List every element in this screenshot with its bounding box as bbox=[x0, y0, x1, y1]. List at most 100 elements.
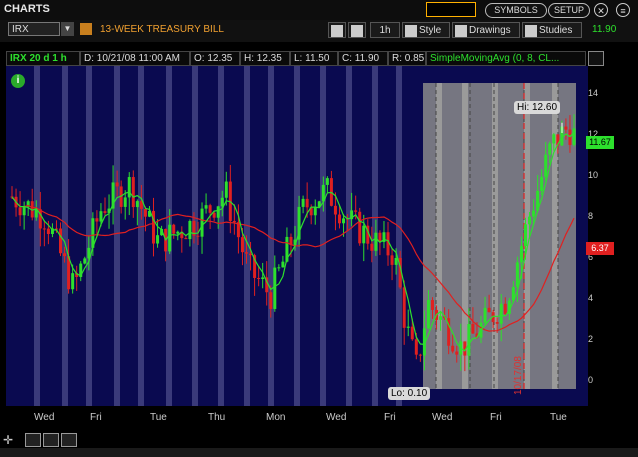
candle-body bbox=[358, 211, 362, 244]
candle-body bbox=[168, 224, 172, 252]
candle-body bbox=[430, 300, 434, 310]
info-study: SimpleMovingAvg (0, 8, CL... bbox=[426, 51, 586, 66]
candle-body bbox=[115, 182, 119, 187]
candle-body bbox=[131, 177, 135, 208]
fit-icon[interactable] bbox=[61, 433, 77, 447]
session-stripe bbox=[492, 83, 498, 389]
candle-body bbox=[467, 324, 471, 356]
candle-body bbox=[540, 176, 544, 191]
info-close: C: 11.90 bbox=[338, 51, 388, 66]
session-stripe bbox=[114, 66, 120, 406]
candle-body bbox=[515, 262, 519, 287]
style-button[interactable]: Style bbox=[402, 22, 450, 38]
crosshair-icon[interactable]: ✛ bbox=[3, 433, 13, 447]
color-swatch[interactable] bbox=[426, 2, 476, 17]
candle-body bbox=[59, 228, 63, 254]
chart-name: 13-WEEK TREASURY BILL bbox=[100, 24, 224, 35]
drawings-button[interactable]: Drawings bbox=[452, 22, 520, 38]
candle-body bbox=[342, 218, 346, 224]
info-symbol-period[interactable]: IRX 20 d 1 h bbox=[6, 51, 80, 66]
info-open: O: 12.35 bbox=[190, 51, 240, 66]
session-stripe bbox=[138, 66, 144, 406]
setup-button[interactable]: SETUP bbox=[548, 3, 590, 18]
candle-body bbox=[257, 277, 261, 280]
candle-body bbox=[414, 339, 418, 355]
candle-body bbox=[22, 206, 26, 216]
candle-body bbox=[103, 211, 107, 213]
session-stripe bbox=[320, 66, 326, 406]
info-low: L: 11.50 bbox=[290, 51, 338, 66]
candle-body bbox=[394, 257, 398, 265]
candle-body bbox=[269, 292, 273, 309]
tools-icon[interactable] bbox=[328, 22, 346, 38]
x-axis: Wed Fri Tue Thu Mon Wed Fri Wed Fri Tue bbox=[6, 406, 588, 430]
window-title: CHARTS bbox=[4, 3, 50, 15]
timeframe-button[interactable]: 1h bbox=[370, 22, 400, 38]
candle-body bbox=[439, 316, 443, 320]
candle-body bbox=[99, 211, 103, 222]
candle-body bbox=[572, 128, 576, 145]
candle-body bbox=[305, 198, 309, 208]
x-tick-label: Fri bbox=[90, 412, 102, 423]
hi-label: Hi: 12.60 bbox=[514, 101, 561, 114]
candle-body bbox=[418, 354, 422, 356]
date-marker-label: 10/17/08 bbox=[513, 356, 524, 395]
x-tick-label: Fri bbox=[384, 412, 396, 423]
session-stripe bbox=[62, 66, 68, 406]
zoom-out-icon[interactable] bbox=[43, 433, 59, 447]
sma-slow-badge: 6.37 bbox=[586, 242, 614, 255]
candle-body bbox=[451, 345, 455, 352]
link-icon[interactable] bbox=[80, 23, 92, 35]
candle-body bbox=[410, 326, 414, 340]
y-axis: 14 12 10 8 6 4 2 0 bbox=[588, 66, 638, 406]
close-icon[interactable]: ✕ bbox=[594, 3, 608, 17]
candle-body bbox=[455, 351, 459, 355]
y-tick-label: 0 bbox=[588, 375, 594, 385]
candle-body bbox=[143, 208, 147, 217]
candle-body bbox=[184, 238, 188, 240]
candle-body bbox=[325, 178, 329, 185]
chart-plot[interactable] bbox=[6, 66, 588, 406]
candle-body bbox=[216, 206, 220, 218]
y-tick-label: 8 bbox=[588, 211, 594, 221]
candle-body bbox=[406, 326, 410, 328]
price-chart[interactable] bbox=[6, 66, 588, 406]
chart-options-icon[interactable] bbox=[588, 51, 604, 66]
menu-icon[interactable]: ≡ bbox=[616, 3, 630, 17]
candle-body bbox=[245, 252, 249, 254]
sma-fast-badge: 11.67 bbox=[586, 136, 614, 149]
candle-body bbox=[83, 258, 87, 264]
candle-body bbox=[503, 303, 507, 314]
candle-body bbox=[499, 303, 503, 324]
y-tick-label: 10 bbox=[588, 170, 599, 180]
pencil-icon bbox=[455, 25, 467, 37]
x-tick-label: Thu bbox=[208, 412, 226, 423]
settings-icon[interactable] bbox=[348, 22, 366, 38]
info-icon[interactable]: i bbox=[11, 74, 25, 88]
candle-body bbox=[127, 177, 131, 198]
candle-body bbox=[487, 307, 491, 313]
scroll-left-icon[interactable] bbox=[0, 448, 638, 457]
candle-body bbox=[249, 253, 253, 256]
x-tick-label: Fri bbox=[490, 412, 502, 423]
candle-body bbox=[362, 225, 366, 244]
candle-body bbox=[240, 237, 244, 253]
info-bar: IRX 20 d 1 h D: 10/21/08 11:00 AM O: 12.… bbox=[6, 51, 586, 66]
session-stripe bbox=[218, 66, 224, 406]
symbol-dropdown-icon[interactable]: ▼ bbox=[61, 22, 74, 36]
session-stripe bbox=[346, 66, 352, 406]
candle-body bbox=[544, 154, 548, 177]
symbol-input[interactable]: IRX bbox=[8, 22, 60, 36]
candle-body bbox=[337, 214, 341, 224]
candle-body bbox=[18, 207, 22, 216]
studies-button[interactable]: Studies bbox=[522, 22, 582, 38]
session-stripe bbox=[436, 83, 442, 389]
candle-body bbox=[390, 255, 394, 265]
candle-body bbox=[402, 287, 406, 328]
candle-body bbox=[273, 267, 277, 309]
y-tick-label: 2 bbox=[588, 334, 594, 344]
zoom-in-icon[interactable] bbox=[25, 433, 41, 447]
candle-body bbox=[301, 198, 305, 207]
symbols-button[interactable]: SYMBOLS bbox=[485, 3, 547, 18]
candle-body bbox=[313, 206, 317, 216]
